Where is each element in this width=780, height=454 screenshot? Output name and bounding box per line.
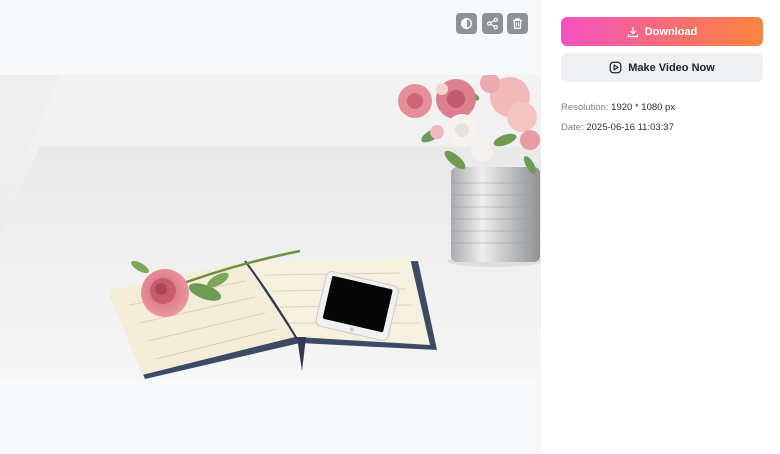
date-label: Date: [561, 122, 584, 133]
download-label: Download [644, 25, 698, 38]
image-preview-area [0, 0, 541, 454]
download-icon [627, 26, 638, 37]
resolution-label: Resolution: [561, 102, 609, 113]
make-video-button[interactable]: Make Video Now [561, 53, 763, 82]
date-value: 2025-06-16 11:03:37 [586, 122, 674, 133]
share-button[interactable] [482, 13, 503, 34]
trash-icon [513, 18, 522, 29]
generated-image [0, 75, 541, 379]
compare-button[interactable] [456, 13, 477, 34]
resolution-info: Resolution: 1920 * 1080 px [561, 102, 675, 113]
resolution-value: 1920 * 1080 px [611, 102, 676, 113]
make-video-label: Make Video Now [628, 61, 715, 74]
compare-icon [460, 17, 473, 30]
download-button[interactable]: Download [561, 17, 763, 46]
date-info: Date: 2025-06-16 11:03:37 [561, 122, 674, 133]
play-video-icon [609, 61, 622, 74]
delete-button[interactable] [507, 13, 528, 34]
details-panel: Download Make Video Now Resolution: 1920… [541, 0, 780, 454]
share-icon [487, 17, 498, 30]
